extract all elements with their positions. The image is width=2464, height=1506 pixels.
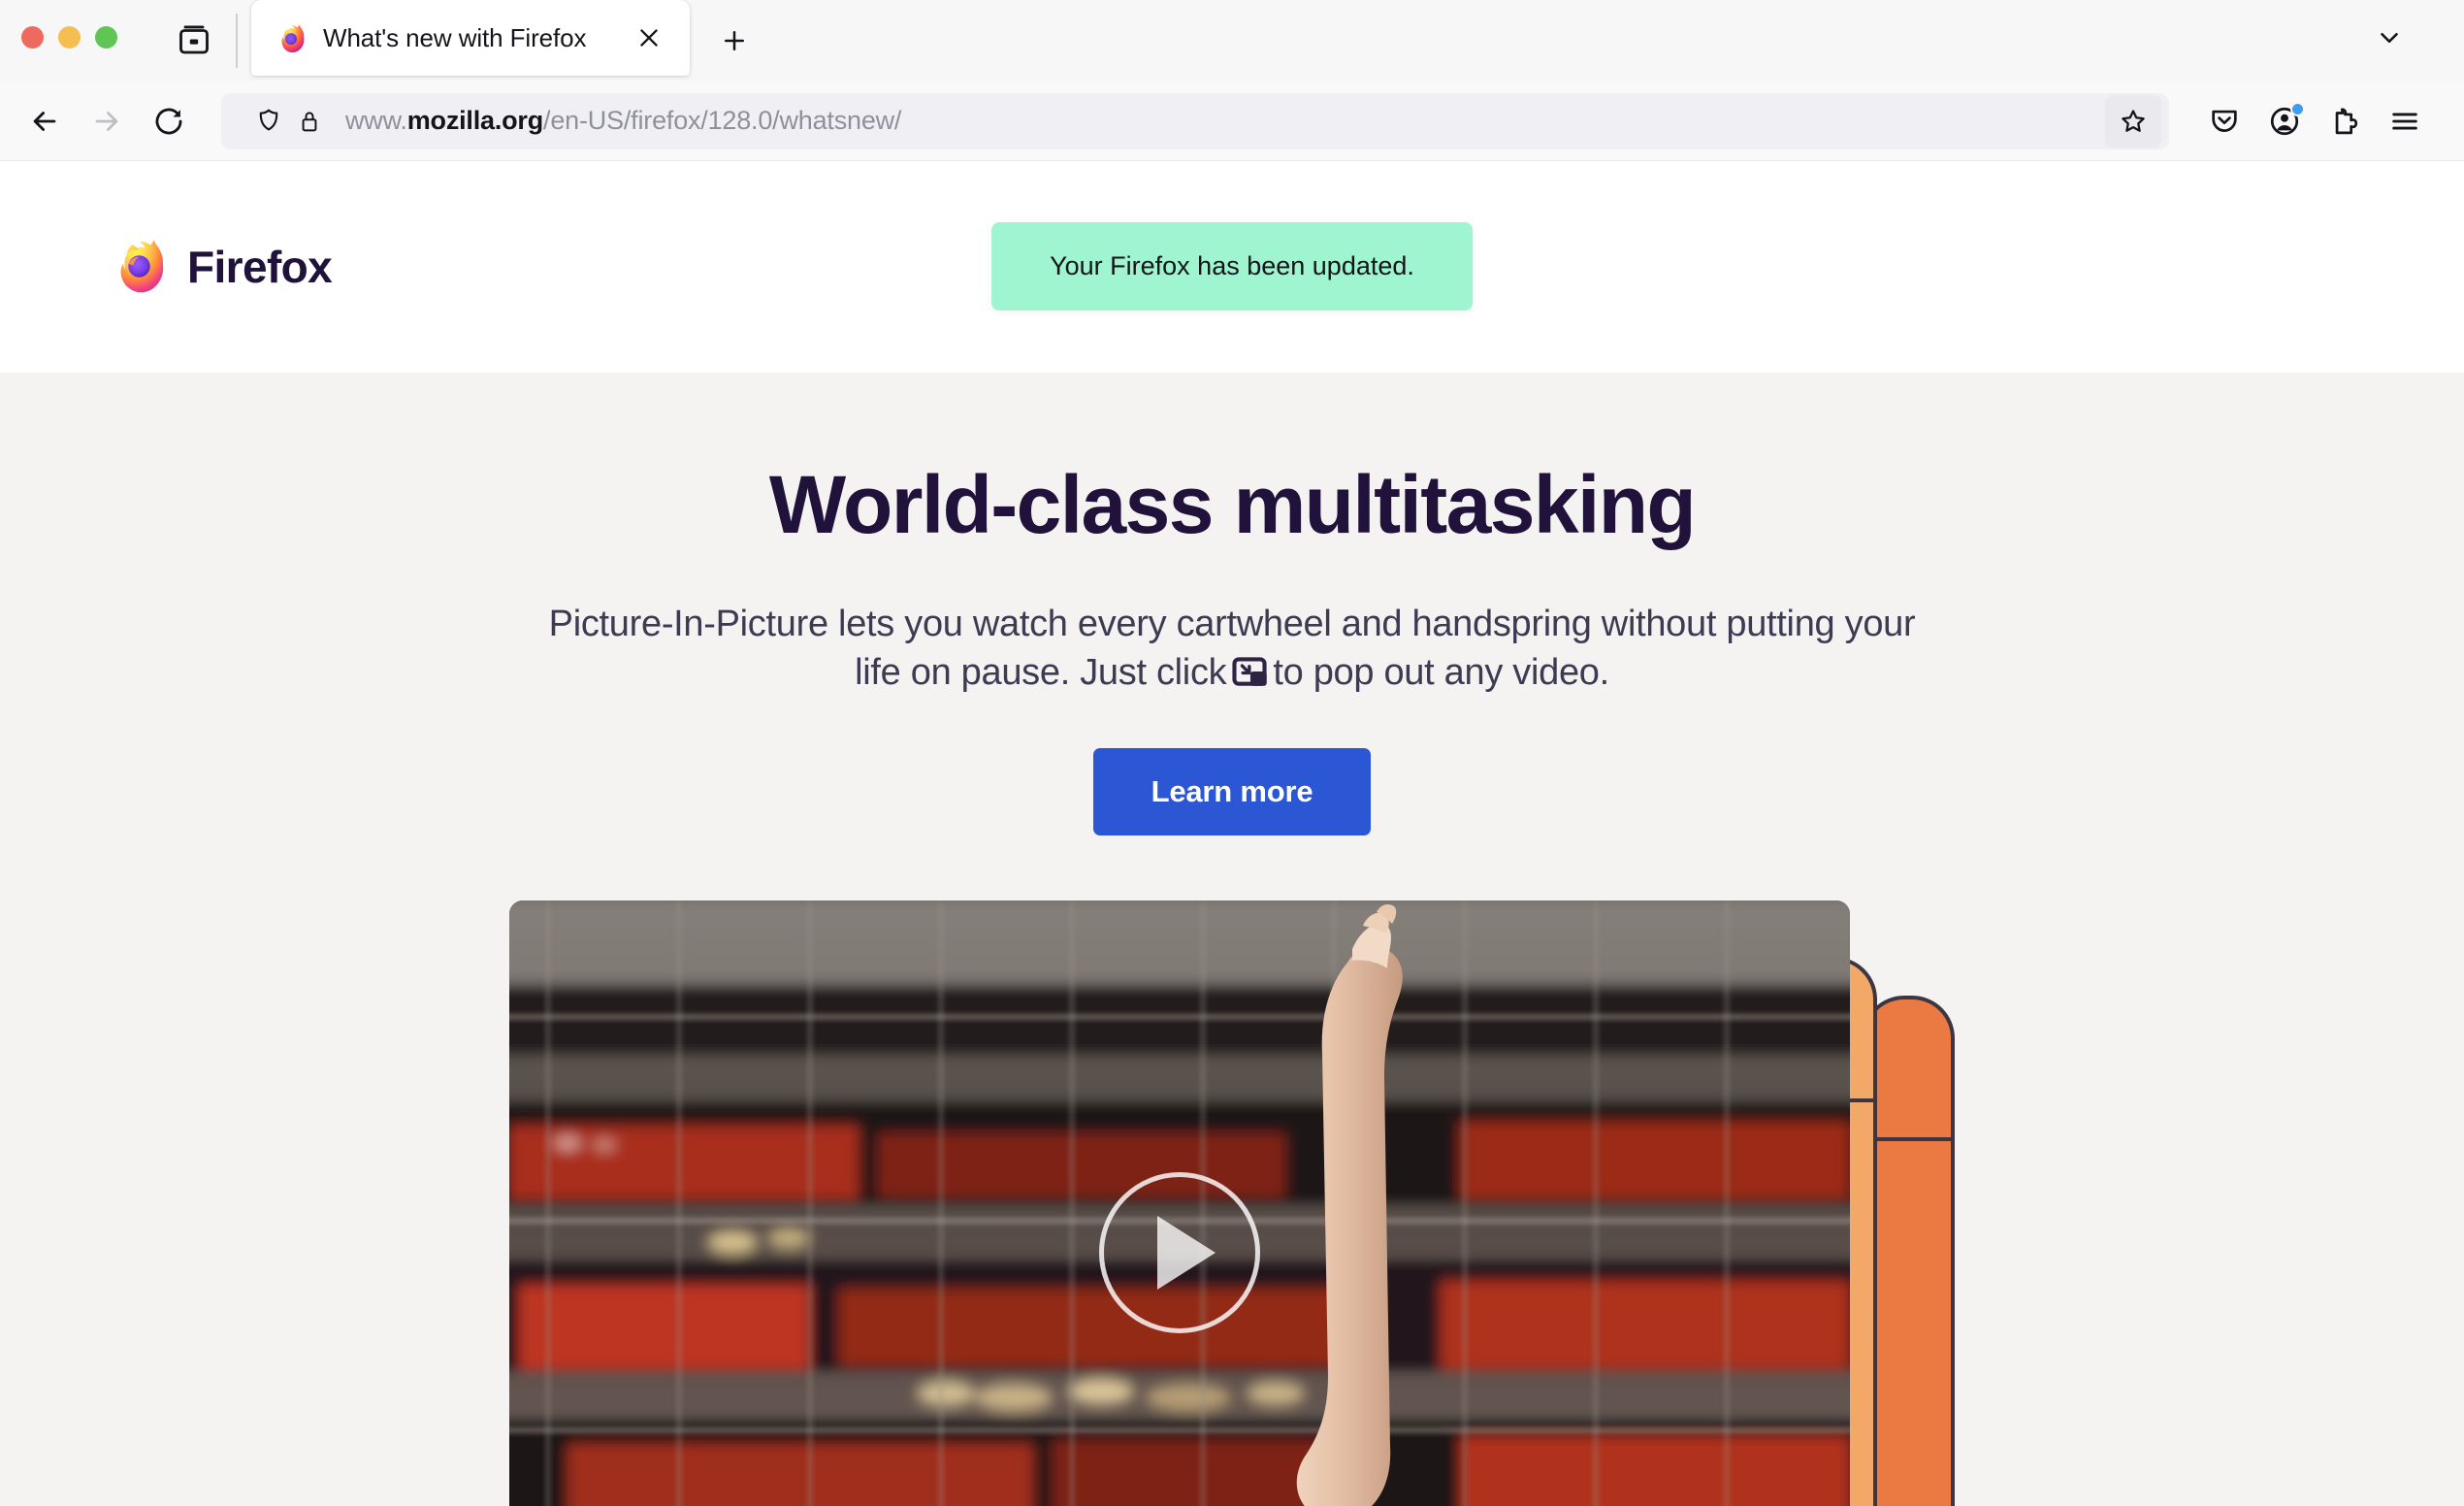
- account-notification-badge: [2290, 101, 2305, 116]
- extensions-button[interactable]: [2315, 91, 2375, 151]
- tabstrip-divider: [236, 14, 238, 68]
- site-header: Firefox Your Firefox has been updated.: [0, 161, 2464, 373]
- maximize-window-button[interactable]: [95, 26, 117, 49]
- new-tab-button[interactable]: [707, 14, 762, 68]
- account-button[interactable]: [2254, 91, 2315, 151]
- browser-window: What's new with Firefox www.mozilla.org/…: [0, 0, 2464, 1506]
- play-icon: [1157, 1215, 1216, 1290]
- tab-strip: What's new with Firefox: [0, 0, 2464, 82]
- navigation-toolbar: www.mozilla.org/en-US/firefox/128.0/what…: [0, 82, 2464, 161]
- hero-description-part2: to pop out any video.: [1273, 652, 1609, 694]
- lock-icon[interactable]: [289, 101, 330, 142]
- page-content: Firefox Your Firefox has been updated. W…: [0, 161, 2464, 1506]
- pocket-button[interactable]: [2194, 91, 2254, 151]
- minimize-window-button[interactable]: [58, 26, 81, 49]
- video-media-section: [509, 900, 1955, 1506]
- back-button[interactable]: [14, 90, 76, 152]
- update-notification-banner: Your Firefox has been updated.: [991, 222, 1473, 311]
- url-text[interactable]: www.mozilla.org/en-US/firefox/128.0/what…: [345, 106, 2105, 136]
- firefox-brand[interactable]: Firefox: [110, 235, 333, 300]
- bookmark-star-icon[interactable]: [2105, 94, 2161, 147]
- picture-in-picture-icon: [1231, 654, 1268, 691]
- address-bar[interactable]: www.mozilla.org/en-US/firefox/128.0/what…: [221, 92, 2169, 149]
- brand-wordmark: Firefox: [187, 242, 333, 292]
- chevron-down-icon[interactable]: [2365, 14, 2414, 62]
- reload-button[interactable]: [138, 90, 200, 152]
- firefox-logo-icon: [110, 235, 170, 300]
- tab-title: What's new with Firefox: [323, 22, 587, 52]
- page-title: World-class multitasking: [768, 459, 1697, 550]
- close-icon[interactable]: [630, 18, 668, 57]
- hamburger-menu-button[interactable]: [2375, 91, 2435, 151]
- forward-button: [76, 90, 138, 152]
- close-window-button[interactable]: [21, 26, 44, 49]
- video-thumbnail[interactable]: [509, 900, 1850, 1506]
- hero-description: Picture-In-Picture lets you watch every …: [534, 600, 1930, 697]
- firefox-icon: [275, 21, 308, 54]
- tab-whats-new-with-firefox[interactable]: What's new with Firefox: [251, 0, 690, 76]
- firefox-view-button[interactable]: [162, 9, 226, 73]
- hero-section: World-class multitasking Picture-In-Pict…: [0, 373, 2464, 835]
- play-button[interactable]: [1099, 1171, 1260, 1333]
- window-controls: [0, 26, 117, 82]
- learn-more-button[interactable]: Learn more: [1092, 747, 1372, 835]
- shield-icon[interactable]: [248, 101, 289, 142]
